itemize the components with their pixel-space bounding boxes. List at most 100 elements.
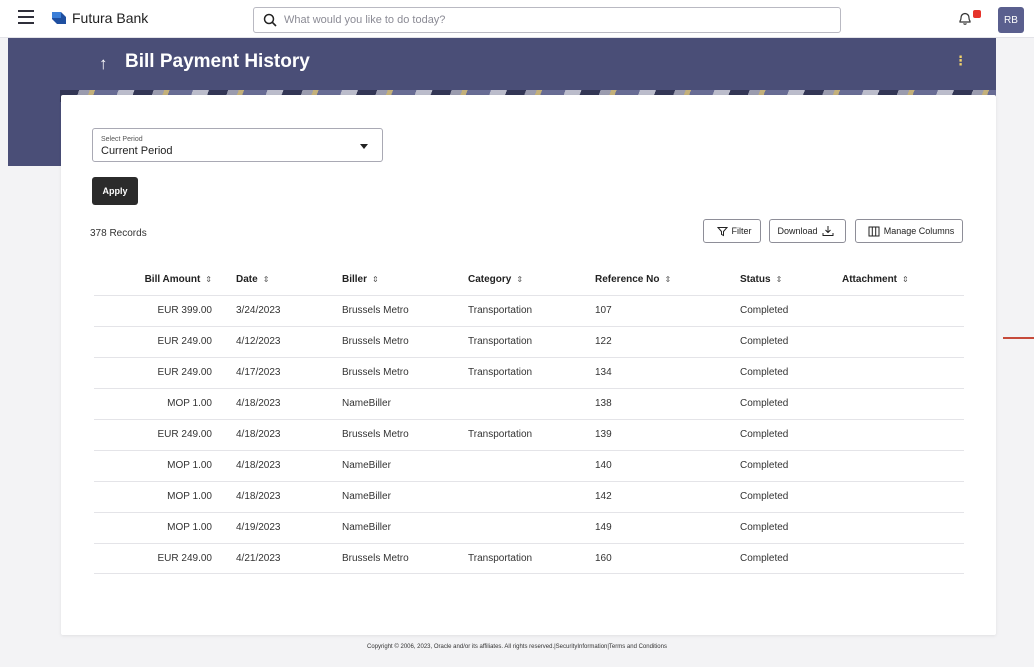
reference-cell[interactable]: 142 (595, 491, 612, 502)
table-row[interactable]: EUR 249.00 4/12/2023 Brussels Metro Transpo… (94, 326, 964, 357)
date-cell: 3/24/2023 (236, 305, 281, 316)
category-cell: Transportation (468, 553, 533, 564)
biller-cell: Brussels Metro (342, 336, 409, 347)
side-indicator (1003, 337, 1034, 339)
category-cell: Transportation (468, 429, 533, 440)
reference-cell[interactable]: 160 (595, 553, 612, 564)
records-count: 378 Records (90, 228, 147, 239)
manage-columns-button[interactable]: Manage Columns (855, 219, 963, 243)
columns-icon (868, 226, 880, 236)
date-cell: 4/18/2023 (236, 460, 281, 471)
search-icon (263, 13, 277, 27)
table-row[interactable]: MOP 1.00 4/18/2023 NameBiller 138 Completed (94, 388, 964, 419)
avatar[interactable]: RB (998, 7, 1024, 33)
column-header-date[interactable]: Date ⇕ (236, 274, 269, 285)
table-row[interactable]: EUR 249.00 4/17/2023 Brussels Metro Transpo… (94, 357, 964, 388)
payments-table: Bill Amount ⇕ Date ⇕ Biller ⇕ Category ⇕ Ref… (94, 265, 964, 574)
filter-button[interactable]: Filter (703, 219, 761, 243)
reference-cell[interactable]: 140 (595, 460, 612, 471)
download-icon (822, 226, 834, 236)
column-header-status[interactable]: Status ⇕ (740, 274, 782, 285)
download-label: Download (777, 226, 818, 236)
status-cell: Completed (740, 429, 789, 440)
table-header: Bill Amount ⇕ Date ⇕ Biller ⇕ Category ⇕ Ref… (94, 265, 964, 295)
biller-cell: Brussels Metro (342, 429, 409, 440)
sort-icon: ⇕ (372, 275, 379, 284)
biller-cell: NameBiller (342, 460, 391, 471)
status-cell: Completed (740, 398, 789, 409)
biller-cell: Brussels Metro (342, 305, 409, 316)
column-header-biller[interactable]: Biller ⇕ (342, 274, 379, 285)
sort-icon: ⇕ (262, 275, 270, 284)
status-cell: Completed (740, 553, 789, 564)
table-row[interactable]: MOP 1.00 4/18/2023 NameBiller 140 Completed (94, 450, 964, 481)
biller-cell: Brussels Metro (342, 553, 409, 564)
bill-amount-cell: MOP 1.00 (167, 522, 212, 533)
sort-icon: ⇕ (664, 275, 672, 284)
column-header-reference-no[interactable]: Reference No ⇕ (595, 274, 671, 285)
table-row[interactable]: MOP 1.00 4/19/2023 NameBiller 149 Completed (94, 512, 964, 543)
table-row[interactable]: EUR 399.00 3/24/2023 Brussels Metro Transpo… (94, 295, 964, 326)
category-cell: Transportation (468, 336, 533, 347)
category-cell: Transportation (468, 305, 533, 316)
top-bar: Futura Bank RB (0, 0, 1034, 38)
sort-icon: ⇕ (775, 275, 783, 284)
column-header-attachment[interactable]: Attachment ⇕ (842, 274, 909, 285)
reference-cell[interactable]: 107 (595, 305, 612, 316)
bill-amount-cell: EUR 399.00 (157, 305, 212, 316)
category-cell: Transportation (468, 367, 533, 378)
apply-button[interactable]: Apply (92, 177, 138, 205)
status-cell: Completed (740, 491, 789, 502)
reference-cell[interactable]: 138 (595, 398, 612, 409)
biller-cell: NameBiller (342, 398, 391, 409)
footer-copyright: Copyright © 2006, 2023, Oracle and/or it… (367, 644, 667, 650)
download-button[interactable]: Download (769, 219, 846, 243)
period-select-label: Select Period (101, 136, 143, 143)
date-cell: 4/18/2023 (236, 398, 281, 409)
column-header-category[interactable]: Category ⇕ (468, 274, 523, 285)
date-cell: 4/18/2023 (236, 491, 281, 502)
table-row[interactable]: EUR 249.00 4/21/2023 Brussels Metro Transpo… (94, 543, 964, 574)
status-cell: Completed (740, 522, 789, 533)
funnel-icon (716, 226, 728, 236)
period-select[interactable]: Select Period Current Period (92, 128, 383, 162)
hamburger-menu-icon[interactable] (18, 10, 34, 24)
caret-down-icon (360, 144, 368, 149)
bell-icon[interactable] (957, 10, 973, 26)
bill-amount-cell: EUR 249.00 (157, 367, 212, 378)
table-body: EUR 399.00 3/24/2023 Brussels Metro Transpo… (94, 295, 964, 574)
bill-amount-cell: EUR 249.00 (157, 429, 212, 440)
date-cell: 4/19/2023 (236, 522, 281, 533)
date-cell: 4/12/2023 (236, 336, 281, 347)
column-header-bill-amount[interactable]: Bill Amount ⇕ (145, 274, 212, 285)
date-cell: 4/21/2023 (236, 553, 281, 564)
date-cell: 4/17/2023 (236, 367, 281, 378)
brand-name[interactable]: Futura Bank (72, 10, 148, 26)
table-row[interactable]: MOP 1.00 4/18/2023 NameBiller 142 Completed (94, 481, 964, 512)
reference-cell[interactable]: 122 (595, 336, 612, 347)
bill-amount-cell: MOP 1.00 (167, 491, 212, 502)
manage-columns-label: Manage Columns (883, 226, 955, 236)
sort-icon: ⇕ (205, 275, 212, 284)
bill-amount-cell: MOP 1.00 (167, 460, 212, 471)
sort-icon: ⇕ (902, 275, 909, 284)
bank-logo-icon[interactable] (50, 9, 68, 27)
kebab-icon[interactable]: ⋮ (954, 53, 967, 69)
search-input[interactable] (284, 11, 824, 29)
notification-badge (973, 10, 981, 18)
reference-cell[interactable]: 149 (595, 522, 612, 533)
history-card: Select Period Current Period Apply 378 R… (61, 95, 996, 635)
search-box[interactable] (253, 7, 841, 33)
biller-cell: Brussels Metro (342, 367, 409, 378)
table-row[interactable]: EUR 249.00 4/18/2023 Brussels Metro Transpo… (94, 419, 964, 450)
biller-cell: NameBiller (342, 491, 391, 502)
arrow-up-icon[interactable]: ↑ (99, 54, 108, 74)
bill-amount-cell: EUR 249.00 (157, 553, 212, 564)
status-cell: Completed (740, 305, 789, 316)
status-cell: Completed (740, 367, 789, 378)
reference-cell[interactable]: 139 (595, 429, 612, 440)
status-cell: Completed (740, 336, 789, 347)
biller-cell: NameBiller (342, 522, 391, 533)
reference-cell[interactable]: 134 (595, 367, 612, 378)
sort-icon: ⇕ (516, 275, 524, 284)
